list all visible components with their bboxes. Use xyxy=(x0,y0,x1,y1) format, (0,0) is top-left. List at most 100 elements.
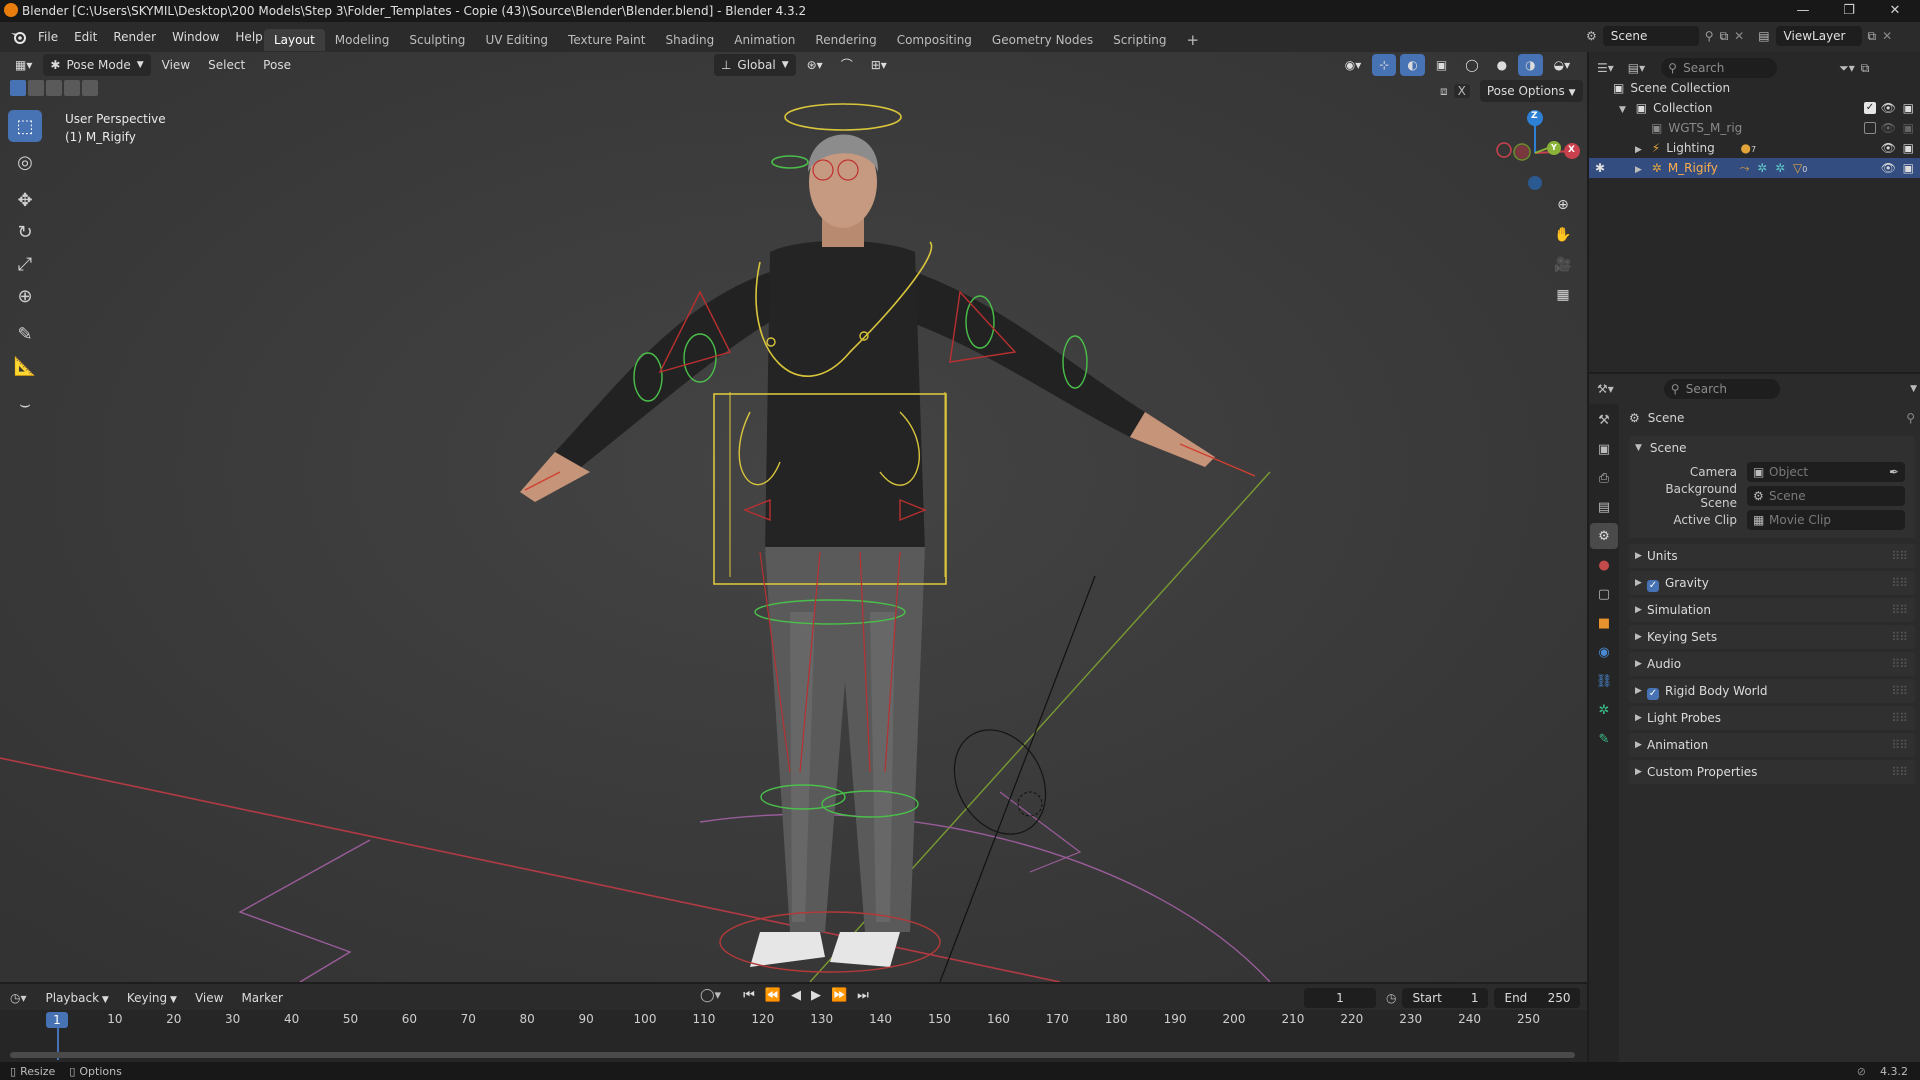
play-reverse-icon[interactable]: ◀ xyxy=(791,988,801,1003)
maximize-button[interactable]: ❐ xyxy=(1826,0,1872,22)
properties-editor-icon[interactable]: ⚒▾ xyxy=(1597,382,1614,396)
view-layer-selector[interactable]: ViewLayer xyxy=(1775,26,1862,46)
zoom-icon[interactable]: ⊕ xyxy=(1550,192,1576,218)
tab-uv-editing[interactable]: UV Editing xyxy=(475,29,558,51)
drag-grip-icon[interactable]: ⠿⠿ xyxy=(1891,760,1908,784)
timeline-scrollbar[interactable] xyxy=(10,1052,1575,1058)
drag-grip-icon[interactable]: ⠿⠿ xyxy=(1891,571,1908,595)
tab-bone[interactable]: ✎ xyxy=(1590,726,1618,752)
select-box-tool[interactable]: ⬚ xyxy=(8,110,42,142)
tab-shading[interactable]: Shading xyxy=(655,29,724,51)
menu-edit[interactable]: Edit xyxy=(66,26,105,48)
pose-options-button[interactable]: Pose Options ▼ xyxy=(1479,80,1583,102)
outliner-search-input[interactable]: ⚲ Search xyxy=(1661,58,1778,78)
camera-field[interactable]: ▣ Object ✒ xyxy=(1747,462,1905,482)
next-keyframe-icon[interactable]: ⏩ xyxy=(831,988,847,1003)
material-shading-icon[interactable]: ◑ xyxy=(1518,54,1543,76)
auto-keying-icon[interactable]: ◯▾ xyxy=(700,988,721,1003)
timeline-menu-marker[interactable]: Marker xyxy=(234,987,289,1009)
collection-checkbox-icon[interactable]: ✓ xyxy=(1864,102,1876,114)
display-mode-icon[interactable]: ▤▾ xyxy=(1628,61,1645,75)
x-mirror-toggle[interactable]: X xyxy=(1453,84,1470,98)
gravity-checkbox[interactable]: ✓ xyxy=(1647,580,1659,592)
viewport-menu-view[interactable]: View xyxy=(155,54,197,76)
panel-custom-properties[interactable]: ▶ Custom Properties ⠿⠿ xyxy=(1629,760,1915,784)
delete-scene-icon[interactable]: ✕ xyxy=(1734,29,1744,43)
new-scene-icon[interactable]: ⧉ xyxy=(1720,29,1729,44)
drag-grip-icon[interactable]: ⠿⠿ xyxy=(1891,733,1908,757)
menu-file[interactable]: File xyxy=(30,26,66,48)
viewport-menu-select[interactable]: Select xyxy=(201,54,252,76)
tab-texture-paint[interactable]: Texture Paint xyxy=(558,29,655,51)
tab-animation[interactable]: Animation xyxy=(724,29,805,51)
transform-orientation-selector[interactable]: ⊥ Global ▼ xyxy=(713,54,796,76)
drag-grip-icon[interactable]: ⠿⠿ xyxy=(1891,706,1908,730)
perspective-grid-icon[interactable]: ▦ xyxy=(1550,282,1576,308)
camera-view-icon[interactable]: 🎥 xyxy=(1550,252,1576,278)
mode-selector[interactable]: ✱ Pose Mode ▼ xyxy=(43,54,151,76)
scene-panel-header[interactable]: ▼ Scene xyxy=(1629,436,1915,460)
new-view-layer-icon[interactable]: ⧉ xyxy=(1868,29,1877,44)
xray-icon[interactable]: ▣ xyxy=(1429,54,1454,76)
panel-simulation[interactable]: ▶ Simulation ⠿⠿ xyxy=(1629,598,1915,622)
close-button[interactable]: ✕ xyxy=(1872,0,1918,22)
solid-shading-icon[interactable]: ● xyxy=(1490,54,1514,76)
camera-icon[interactable]: ▣ xyxy=(1903,138,1914,158)
overlay-toggle-icon[interactable]: ◐ xyxy=(1400,54,1425,76)
play-icon[interactable]: ▶ xyxy=(811,988,821,1003)
gizmo-toggle-icon[interactable]: ⊹ xyxy=(1372,54,1397,76)
chevron-right-icon[interactable]: ▶ xyxy=(1635,145,1642,155)
3d-viewport[interactable] xyxy=(0,52,1587,982)
eye-icon[interactable]: 👁 xyxy=(1881,98,1896,118)
new-collection-icon[interactable]: ⧉ xyxy=(1861,61,1870,76)
scene-selector[interactable]: Scene xyxy=(1602,26,1699,46)
tab-view-layer[interactable]: ▤ xyxy=(1590,494,1618,520)
panel-rigid-body-world[interactable]: ▶ ✓ Rigid Body World ⠿⠿ xyxy=(1629,679,1915,703)
panel-audio[interactable]: ▶ Audio ⠿⠿ xyxy=(1629,652,1915,676)
pan-hand-icon[interactable]: ✋ xyxy=(1550,222,1576,248)
move-tool[interactable]: ✥ xyxy=(8,184,42,216)
tab-sculpting[interactable]: Sculpting xyxy=(399,29,475,51)
rotate-tool[interactable]: ↻ xyxy=(8,216,42,248)
tab-geometry-nodes[interactable]: Geometry Nodes xyxy=(982,29,1103,51)
tab-collection[interactable]: ▢ xyxy=(1590,581,1618,607)
camera-icon[interactable]: ▣ xyxy=(1903,158,1914,178)
outliner-row-collection[interactable]: ▼ ▣ Collection ✓ 👁 ▣ xyxy=(1589,98,1920,118)
panel-animation[interactable]: ▶ Animation ⠿⠿ xyxy=(1629,733,1915,757)
timeline-editor-icon[interactable]: ◷▾ xyxy=(10,991,27,1005)
transform-tool[interactable]: ⊕ xyxy=(8,280,42,312)
drag-grip-icon[interactable]: ⠿⠿ xyxy=(1891,652,1908,676)
chevron-right-icon[interactable]: ▶ xyxy=(1635,165,1642,175)
add-workspace-button[interactable]: + xyxy=(1177,29,1210,51)
select-subtract-icon[interactable] xyxy=(46,80,62,96)
viewport-menu-pose[interactable]: Pose xyxy=(256,54,298,76)
timeline-ruler[interactable]: 1 10 20 30 40 50 60 70 80 90 100 110 120 130 140 150 16… xyxy=(0,1010,1587,1062)
start-frame-field[interactable]: Start 1 xyxy=(1402,988,1489,1008)
select-intersect-icon[interactable] xyxy=(82,80,98,96)
navigation-gizmo[interactable]: Z X Y xyxy=(1490,108,1580,198)
timeline-menu-keying[interactable]: Keying ▼ xyxy=(120,987,184,1009)
playhead[interactable]: 1 xyxy=(46,1012,68,1028)
scale-tool[interactable]: ⤢ xyxy=(8,248,42,280)
tab-output[interactable]: ⎙ xyxy=(1590,465,1618,491)
background-scene-field[interactable]: ⚙ Scene xyxy=(1747,486,1905,506)
cursor-tool[interactable]: ◎ xyxy=(8,146,42,178)
current-frame-field[interactable]: 1 xyxy=(1304,988,1376,1008)
snap-icon[interactable]: ⌒ xyxy=(834,54,860,76)
camera-icon[interactable]: ▣ xyxy=(1903,118,1914,138)
rigid-body-world-checkbox[interactable]: ✓ xyxy=(1647,688,1659,700)
chevron-down-icon[interactable]: ▼ xyxy=(1910,384,1917,394)
tab-modeling[interactable]: Modeling xyxy=(325,29,400,51)
select-extend-icon[interactable] xyxy=(28,80,44,96)
pivot-point-icon[interactable]: ⊛▾ xyxy=(800,54,830,76)
delete-view-layer-icon[interactable]: ✕ xyxy=(1882,29,1892,43)
properties-search-input[interactable]: ⚲ Search xyxy=(1663,379,1780,399)
select-new-icon[interactable] xyxy=(10,80,26,96)
collection-checkbox-icon[interactable] xyxy=(1864,122,1876,134)
measure-tool[interactable]: 📐 xyxy=(8,350,42,382)
tab-layout[interactable]: Layout xyxy=(264,29,325,51)
annotate-tool[interactable]: ✎ xyxy=(8,318,42,350)
drag-grip-icon[interactable]: ⠿⠿ xyxy=(1891,598,1908,622)
drag-grip-icon[interactable]: ⠿⠿ xyxy=(1891,679,1908,703)
tab-render[interactable]: ▣ xyxy=(1590,436,1618,462)
